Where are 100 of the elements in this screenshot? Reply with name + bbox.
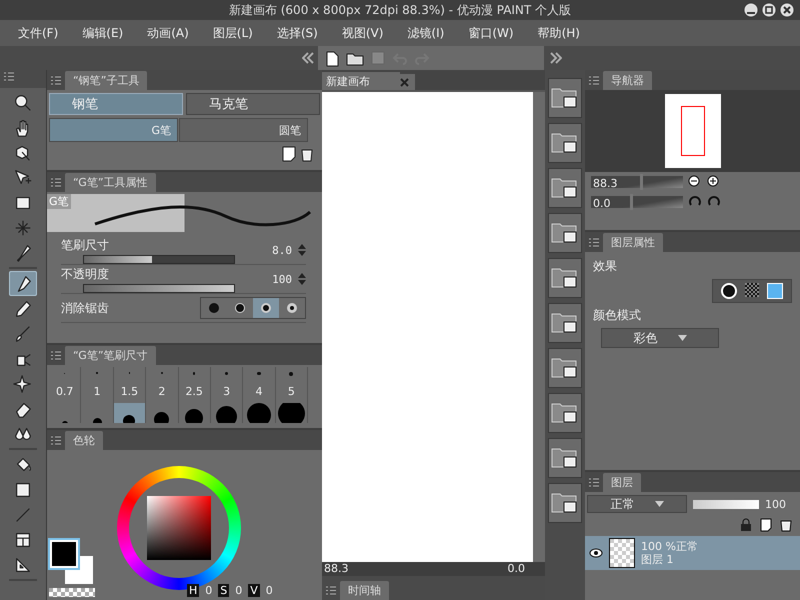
double-chevron-left-icon[interactable] [302, 52, 314, 64]
brush-size-option[interactable]: 3 [210, 367, 244, 403]
effect-selector[interactable] [712, 279, 792, 303]
minimize-icon[interactable] [744, 3, 758, 17]
panel-menu-icon[interactable] [51, 178, 61, 187]
panel-menu-icon[interactable] [326, 586, 336, 595]
layer-thumbnail [609, 538, 635, 568]
panel-menu-icon[interactable] [589, 478, 599, 487]
menu-item[interactable]: 选择(S) [276, 24, 318, 42]
rotation-slider[interactable]: 0.0 [591, 196, 683, 208]
zoom-in-icon[interactable] [707, 175, 721, 189]
menu-item[interactable]: 文件(F) [18, 24, 58, 42]
property-label: 消除锯齿 [61, 300, 109, 316]
panel-menu-icon[interactable] [589, 238, 599, 247]
opacity-slider[interactable] [693, 500, 759, 508]
new-layer-icon[interactable] [760, 518, 772, 532]
panel-tab[interactable]: 色轮 [65, 431, 103, 450]
panel-tab[interactable]: “钢笔”子工具 [65, 71, 148, 90]
new-page-icon[interactable] [282, 146, 296, 162]
panel-tab[interactable]: 导航器 [603, 71, 652, 90]
trash-icon[interactable] [780, 518, 792, 532]
property-slider[interactable] [83, 284, 235, 292]
menu-item[interactable]: 编辑(E) [82, 24, 124, 42]
property-value: 8.0 [272, 244, 292, 256]
material-folder-icon[interactable] [548, 213, 582, 253]
caret-icon [678, 335, 686, 341]
double-chevron-right-icon[interactable] [550, 52, 562, 64]
menu-item[interactable]: 滤镜(I) [407, 24, 444, 42]
menu-item[interactable]: 动画(A) [147, 24, 189, 42]
main-color-swatch[interactable] [50, 540, 78, 568]
zoom-slider[interactable]: 88.3 [591, 176, 683, 188]
blend-mode-dropdown[interactable]: 正常 [587, 495, 687, 513]
preview-label: G笔 [47, 194, 71, 209]
material-folder-icon[interactable] [548, 483, 582, 523]
scrollbar[interactable] [533, 92, 545, 562]
brush-preset[interactable]: 圆笔 [179, 118, 308, 142]
brush-preset[interactable]: G笔 [49, 118, 178, 142]
material-folder-icon[interactable] [548, 438, 582, 478]
close-tab-icon[interactable] [400, 78, 409, 87]
brush-size-option[interactable]: 1 [81, 367, 114, 403]
menu-item[interactable]: 视图(V) [342, 24, 384, 42]
material-folder-icon[interactable] [548, 348, 582, 388]
opacity-value: 100 [765, 498, 786, 510]
color-mode-dropdown[interactable]: 彩色 [601, 328, 719, 348]
eye-icon[interactable] [589, 548, 603, 558]
document-tab[interactable]: 新建画布 [322, 72, 400, 90]
brush-size-option[interactable]: 4 [243, 367, 276, 403]
material-folder-icon[interactable] [548, 168, 582, 208]
material-folder-icon[interactable] [548, 78, 582, 118]
navigator-preview[interactable] [585, 90, 800, 172]
brush-size-option[interactable]: 2.5 [178, 367, 211, 403]
hsv-label: V [248, 584, 260, 597]
panel-tab[interactable]: 图层属性 [603, 233, 663, 252]
menu-item[interactable]: 图层(L) [212, 24, 253, 42]
panel-menu-icon[interactable] [51, 351, 61, 360]
caret-icon [654, 501, 664, 507]
subtool-group-button[interactable]: 马克笔 [186, 93, 320, 115]
spinner-icon[interactable] [298, 272, 306, 286]
brush-size-option[interactable] [276, 403, 308, 423]
tool-button[interactable] [9, 271, 37, 296]
material-folder-icon[interactable] [548, 123, 582, 163]
section-label: 效果 [593, 258, 618, 275]
menu-item[interactable]: 帮助(H) [538, 24, 580, 42]
new-file-icon[interactable] [324, 49, 340, 67]
panel-menu-icon[interactable] [4, 72, 14, 81]
antialias-option[interactable] [253, 298, 279, 318]
panel-menu-icon[interactable] [51, 436, 61, 445]
timeline-tab[interactable]: 时间轴 [340, 581, 389, 600]
transparent-swatch[interactable] [49, 588, 95, 597]
layer-row[interactable]: 100 %正常 图层 1 [585, 536, 800, 570]
property-value: 100 [272, 272, 292, 286]
subtool-group-button[interactable]: 钢笔 [49, 93, 183, 115]
layer-opacity-mode: 100 %正常 [641, 540, 698, 553]
brush-size-option[interactable] [114, 403, 146, 423]
close-icon[interactable] [780, 3, 794, 17]
material-folder-icon[interactable] [548, 303, 582, 343]
panel-menu-icon[interactable] [51, 76, 61, 85]
material-folder-icon[interactable] [548, 393, 582, 433]
hsv-value: 0 [205, 584, 212, 597]
layer-name: 图层 1 [641, 553, 674, 566]
lock-icon[interactable] [740, 518, 752, 532]
hsv-label: H [187, 584, 200, 597]
brush-size-option[interactable]: 0.7 [49, 367, 82, 403]
spinner-icon[interactable] [298, 243, 306, 257]
panel-menu-icon[interactable] [589, 76, 599, 85]
property-label: 不透明度 [61, 266, 110, 282]
brush-size-option[interactable]: 2 [146, 367, 178, 403]
panel-tab[interactable]: “G笔”笔刷尺寸 [65, 346, 156, 365]
menu-item[interactable]: 窗口(W) [468, 24, 514, 42]
pencil-icon [13, 298, 33, 318]
zoom-out-icon[interactable] [688, 175, 702, 189]
property-label: 笔刷尺寸 [61, 236, 110, 254]
maximize-icon[interactable] [762, 3, 776, 17]
star-icon [13, 374, 33, 394]
panel-tab[interactable]: “G笔”工具属性 [65, 173, 156, 192]
material-folder-icon[interactable] [548, 258, 582, 298]
property-slider[interactable] [83, 254, 235, 264]
panel-tab[interactable]: 图层 [603, 473, 641, 492]
rotation-value: 0.0 [508, 562, 525, 576]
hsv-label: S [218, 584, 230, 597]
